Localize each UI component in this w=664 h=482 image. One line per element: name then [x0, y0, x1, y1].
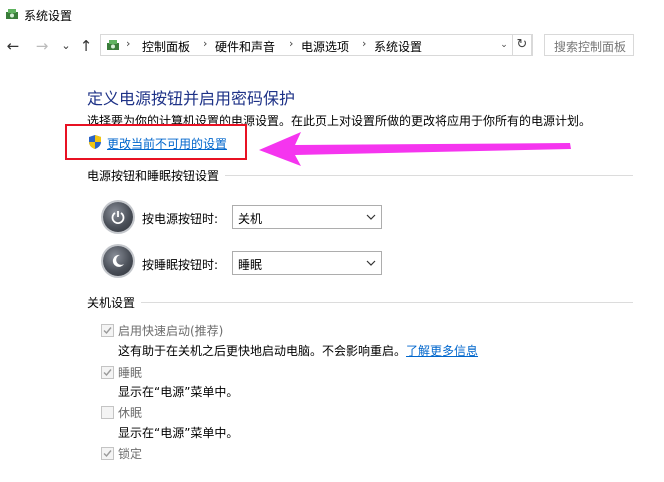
- breadcrumb-control-panel[interactable]: 控制面板: [142, 38, 190, 55]
- breadcrumb-separator: ›: [203, 37, 208, 50]
- sleep-button-action-select[interactable]: 睡眠: [232, 251, 382, 275]
- back-button[interactable]: ←: [4, 36, 22, 56]
- power-options-icon: [6, 9, 18, 19]
- power-button-label: 按电源按钮时:: [142, 212, 219, 226]
- title-bar: 系统设置: [0, 0, 664, 30]
- lock-checkbox[interactable]: [101, 447, 114, 460]
- hibernate-checkbox[interactable]: [101, 406, 114, 419]
- search-placeholder: 搜索控制面板: [554, 40, 627, 54]
- hibernate-option-label: 休眠: [118, 406, 143, 420]
- moon-icon: [112, 254, 124, 267]
- forward-button[interactable]: →: [33, 36, 51, 56]
- power-button-action-select[interactable]: 关机: [232, 205, 382, 229]
- lock-option-label: 锁定: [118, 447, 143, 461]
- checkmark-icon: [103, 450, 112, 458]
- annotation-arrow: [259, 132, 571, 166]
- search-input[interactable]: 搜索控制面板: [544, 34, 634, 56]
- sleep-button-icon: [103, 246, 133, 276]
- section-divider: [87, 302, 633, 303]
- address-bar[interactable]: › 控制面板 › 硬件和声音 › 电源选项 › 系统设置: [100, 34, 533, 56]
- sleep-checkbox[interactable]: [101, 366, 114, 379]
- address-dropdown-button[interactable]: ⌄: [497, 34, 511, 56]
- breadcrumb-separator: ›: [289, 37, 294, 50]
- checkmark-icon: [103, 327, 112, 335]
- breadcrumb-separator: ›: [126, 37, 131, 50]
- window-title: 系统设置: [24, 9, 73, 23]
- chevron-down-icon: [366, 214, 376, 220]
- control-panel-icon: [107, 40, 119, 50]
- up-button[interactable]: ↑: [77, 36, 95, 56]
- change-unavailable-settings-link[interactable]: 更改当前不可用的设置: [107, 135, 227, 152]
- shutdown-section-title: 关机设置: [87, 294, 142, 311]
- sleep-button-label: 按睡眠按钮时:: [142, 258, 219, 272]
- breadcrumb-separator: ›: [362, 37, 367, 50]
- breadcrumb-power-options[interactable]: 电源选项: [301, 38, 349, 55]
- hibernate-option-description: 显示在“电源”菜单中。: [118, 426, 239, 440]
- sleep-option-description: 显示在“电源”菜单中。: [118, 385, 239, 399]
- learn-more-link[interactable]: 了解更多信息: [406, 344, 478, 358]
- power-buttons-section-title: 电源按钮和睡眠按钮设置: [87, 167, 226, 184]
- checkmark-icon: [103, 369, 112, 377]
- page-heading: 定义电源按钮并启用密码保护: [87, 89, 296, 108]
- recent-locations-button[interactable]: ⌄: [59, 36, 73, 56]
- sleep-button-action-value: 睡眠: [238, 258, 263, 272]
- power-symbol-icon: [111, 211, 125, 224]
- fast-startup-label: 启用快速启动(推荐): [118, 324, 224, 338]
- admin-shield-icon: [89, 135, 101, 149]
- fast-startup-description: 这有助于在关机之后更快地启动电脑。不会影响重启。了解更多信息: [118, 344, 479, 358]
- refresh-button[interactable]: ↻: [512, 34, 532, 56]
- power-button-action-value: 关机: [238, 212, 263, 226]
- power-button-icon: [103, 202, 133, 232]
- fast-startup-checkbox[interactable]: [101, 324, 114, 337]
- chevron-down-icon: [366, 260, 376, 266]
- sleep-option-label: 睡眠: [118, 366, 143, 380]
- breadcrumb-hardware-sound[interactable]: 硬件和声音: [215, 38, 275, 55]
- breadcrumb-system-settings[interactable]: 系统设置: [374, 38, 422, 55]
